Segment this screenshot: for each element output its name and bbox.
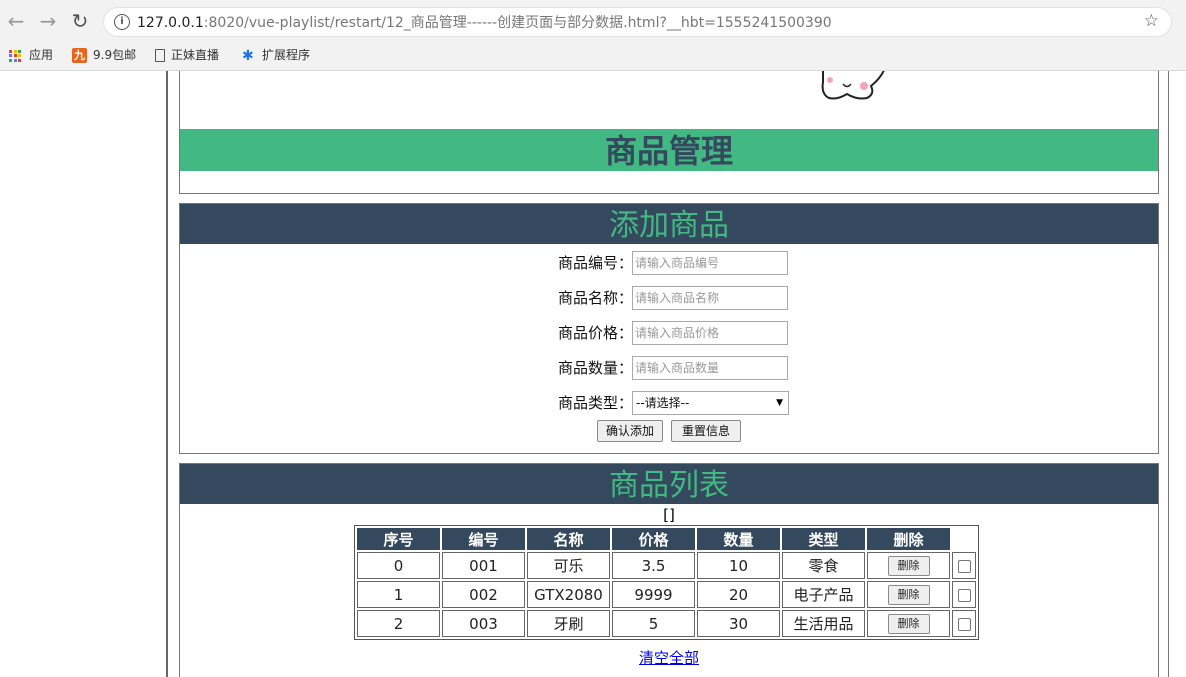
debug-output: [] xyxy=(663,506,675,524)
table-row: 1 002 GTX2080 9999 20 电子产品 删除 xyxy=(357,581,976,608)
apps-grid-icon xyxy=(9,49,21,62)
qty-input[interactable]: 请输入商品数量 xyxy=(632,356,788,380)
qty-label: 商品数量： xyxy=(557,359,633,377)
table-row: 0 001 可乐 3.5 10 零食 删除 xyxy=(357,552,976,579)
page-icon xyxy=(155,49,165,62)
clear-all-link[interactable]: 清空全部 xyxy=(180,647,1158,668)
cell-checkbox xyxy=(952,581,976,608)
price-input[interactable]: 请输入商品价格 xyxy=(632,321,788,345)
mascot-image xyxy=(821,71,885,100)
cell-type: 电子产品 xyxy=(782,581,865,608)
bookmark-live[interactable]: 正妹直播 xyxy=(155,46,219,64)
cell-type: 零食 xyxy=(782,552,865,579)
dropdown-caret-icon: ▼ xyxy=(776,398,783,408)
bookmark-star-icon[interactable]: ☆ xyxy=(1144,11,1159,31)
cell-index: 2 xyxy=(357,610,440,637)
delete-button[interactable]: 删除 xyxy=(887,614,930,634)
type-select-value: --请选择-- xyxy=(636,396,690,410)
cell-index: 0 xyxy=(357,552,440,579)
form-row-qty: 商品数量： 请输入商品数量 xyxy=(180,356,1158,380)
cell-price: 3.5 xyxy=(612,552,695,579)
page-right-border xyxy=(1168,71,1169,677)
cell-code: 002 xyxy=(442,581,525,608)
bookmark-99[interactable]: 九 9.9包邮 xyxy=(72,46,136,64)
column-header: 数量 xyxy=(697,528,780,550)
header-section: 商品管理 xyxy=(179,71,1159,194)
cell-price: 5 xyxy=(612,610,695,637)
product-list-section: 商品列表 [] 序号 编号 名称 价格 数量 类型 删除 0 001 可乐 3.… xyxy=(179,463,1159,677)
cell-delete: 删除 xyxy=(867,552,950,579)
nine-icon: 九 xyxy=(72,48,87,63)
cell-type: 生活用品 xyxy=(782,610,865,637)
form-row-type: 商品类型： --请选择-- ▼ xyxy=(180,391,1158,415)
name-label: 商品名称： xyxy=(557,289,633,307)
info-icon[interactable]: i xyxy=(114,14,130,30)
reload-icon[interactable]: ↻ xyxy=(68,9,92,33)
address-bar[interactable]: i 127.0.0.1:8020/vue-playlist/restart/12… xyxy=(103,7,1172,37)
cell-delete: 删除 xyxy=(867,610,950,637)
cell-delete: 删除 xyxy=(867,581,950,608)
delete-button[interactable]: 删除 xyxy=(887,556,930,576)
cell-code: 003 xyxy=(442,610,525,637)
column-header: 删除 xyxy=(867,528,950,550)
reset-button[interactable]: 重置信息 xyxy=(671,420,741,442)
row-checkbox[interactable] xyxy=(957,588,971,602)
price-label: 商品价格： xyxy=(557,324,633,342)
cell-index: 1 xyxy=(357,581,440,608)
row-checkbox[interactable] xyxy=(957,617,971,631)
cell-qty: 10 xyxy=(697,552,780,579)
cell-checkbox xyxy=(952,610,976,637)
code-input[interactable]: 请输入商品编号 xyxy=(632,251,788,275)
cell-price: 9999 xyxy=(612,581,695,608)
cell-checkbox xyxy=(952,552,976,579)
column-header: 名称 xyxy=(527,528,610,550)
puzzle-icon: ✱ xyxy=(242,47,254,64)
page-content: 商品管理 添加商品 商品编号： 请输入商品编号 商品名称： 请输入商品名称 商品… xyxy=(0,71,1186,677)
page-title: 商品管理 xyxy=(180,129,1158,171)
product-table: 序号 编号 名称 价格 数量 类型 删除 0 001 可乐 3.5 10 零食 … xyxy=(354,525,979,640)
column-header: 编号 xyxy=(442,528,525,550)
cell-name: 牙刷 xyxy=(527,610,610,637)
browser-toolbar: ← → ↻ i 127.0.0.1:8020/vue-playlist/rest… xyxy=(0,0,1186,42)
type-select[interactable]: --请选择-- ▼ xyxy=(632,391,789,415)
add-product-title: 添加商品 xyxy=(180,204,1158,244)
delete-button[interactable]: 删除 xyxy=(887,585,930,605)
cell-code: 001 xyxy=(442,552,525,579)
product-list-title: 商品列表 xyxy=(180,464,1158,504)
code-label: 商品编号： xyxy=(557,254,633,272)
cell-name: GTX2080 xyxy=(527,581,610,608)
type-label: 商品类型： xyxy=(557,394,633,412)
back-arrow-icon[interactable]: ← xyxy=(4,9,28,33)
cell-qty: 20 xyxy=(697,581,780,608)
cell-qty: 30 xyxy=(697,610,780,637)
name-input[interactable]: 请输入商品名称 xyxy=(632,286,788,310)
form-row-name: 商品名称： 请输入商品名称 xyxy=(180,286,1158,310)
add-product-section: 添加商品 商品编号： 请输入商品编号 商品名称： 请输入商品名称 商品价格： 请… xyxy=(179,203,1159,454)
cell-name: 可乐 xyxy=(527,552,610,579)
bookmark-extensions[interactable]: ✱ 扩展程序 xyxy=(242,46,310,64)
column-header: 类型 xyxy=(782,528,865,550)
table-header-row: 序号 编号 名称 价格 数量 类型 删除 xyxy=(357,528,976,550)
checkbox-header xyxy=(952,528,976,550)
url-text[interactable]: 127.0.0.1:8020/vue-playlist/restart/12_商… xyxy=(137,12,832,32)
bookmark-apps[interactable]: 应用 xyxy=(9,46,53,64)
confirm-add-button[interactable]: 确认添加 xyxy=(597,420,663,442)
form-row-code: 商品编号： 请输入商品编号 xyxy=(180,251,1158,275)
column-header: 价格 xyxy=(612,528,695,550)
forward-arrow-icon[interactable]: → xyxy=(36,9,60,33)
column-header: 序号 xyxy=(357,528,440,550)
form-row-price: 商品价格： 请输入商品价格 xyxy=(180,321,1158,345)
page-left-border xyxy=(166,71,168,677)
bookmarks-bar: 应用 九 9.9包邮 正妹直播 ✱ 扩展程序 xyxy=(0,42,1186,71)
row-checkbox[interactable] xyxy=(957,559,971,573)
table-row: 2 003 牙刷 5 30 生活用品 删除 xyxy=(357,610,976,637)
